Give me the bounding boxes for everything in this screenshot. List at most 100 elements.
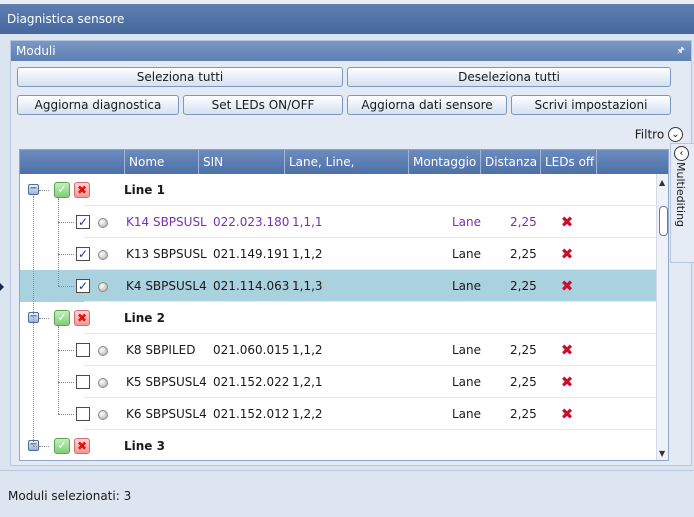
module-position: 1,1,3 (292, 279, 323, 293)
module-mounting: Lane (452, 407, 482, 421)
scroll-up-icon[interactable]: ▲ (659, 178, 665, 187)
column-leds-off[interactable]: LEDs off (540, 150, 596, 174)
group-row[interactable]: − ✓ ✖ Line 2 (20, 302, 656, 334)
row-checkbox[interactable] (76, 375, 90, 389)
update-diagnostics-button[interactable]: Aggiorna diagnostica (17, 95, 179, 115)
grid-header: Nome SIN Lane, Line, Posizione Montaggio… (20, 150, 668, 193)
row-checkbox[interactable] (76, 407, 90, 421)
group-row[interactable]: − ✓ ✖ Line 1 (20, 174, 656, 206)
table-row[interactable]: ✓ K14 SBPSUSL 022.023.180 1,1,1 Lane 2,25 ✖ (20, 206, 656, 238)
led-icon (98, 378, 108, 388)
leds-off-icon[interactable]: ✖ (560, 343, 574, 358)
led-icon (98, 282, 108, 292)
table-row[interactable]: K8 SBPILED 021.060.015 1,1,2 Lane 2,25 ✖ (20, 334, 656, 366)
module-position: 1,2,2 (292, 407, 323, 421)
scroll-thumb[interactable] (659, 206, 668, 236)
set-leds-button[interactable]: Set LEDs ON/OFF (183, 95, 343, 115)
tree-line (58, 286, 74, 288)
tree-line (33, 446, 49, 448)
module-mounting: Lane (452, 343, 482, 357)
module-name: K6 SBPSUSL4 (126, 407, 207, 421)
window-title: Diagnistica sensore (0, 4, 694, 34)
row-checkbox[interactable] (76, 343, 90, 357)
module-distance: 2,25 (510, 279, 537, 293)
deselect-all-button[interactable]: Deseleziona tutti (347, 67, 671, 87)
module-mounting: Lane (452, 215, 482, 229)
tree-line (58, 222, 74, 224)
led-icon (98, 410, 108, 420)
column-spacer (596, 150, 656, 174)
module-name: K4 SBPSUSL4 (126, 279, 207, 293)
panel-title: Moduli (16, 44, 56, 58)
modules-grid: Nome SIN Lane, Line, Posizione Montaggio… (19, 149, 669, 461)
current-row-marker (0, 283, 4, 291)
row-checkbox[interactable]: ✓ (76, 279, 90, 293)
tree-line (39, 190, 49, 192)
panel-header: Moduli 🖈 (11, 41, 691, 61)
uncheck-all-icon[interactable]: ✖ (74, 438, 90, 454)
module-distance: 2,25 (510, 375, 537, 389)
table-row[interactable]: ✓ K4 SBPSUSL4 021.114.063 1,1,3 Lane 2,25 ✖ (20, 270, 656, 302)
group-label: Line 1 (124, 183, 165, 197)
leds-off-icon[interactable]: ✖ (560, 375, 574, 390)
led-icon (98, 250, 108, 260)
table-row[interactable]: K5 SBPSUSL4 021.152.022 1,2,1 Lane 2,25 ✖ (20, 366, 656, 398)
module-distance: 2,25 (510, 247, 537, 261)
module-name: K5 SBPSUSL4 (126, 375, 207, 389)
module-mounting: Lane (452, 247, 482, 261)
module-sin: 021.114.063 (213, 279, 290, 293)
group-label: Line 2 (124, 311, 165, 325)
module-sin: 021.060.015 (213, 343, 290, 357)
table-row[interactable]: ✓ K13 SBPSUSL 021.149.191 1,1,2 Lane 2,25 ✖ (20, 238, 656, 270)
uncheck-all-icon[interactable]: ✖ (74, 310, 90, 326)
led-icon (98, 218, 108, 228)
update-sensor-data-button[interactable]: Aggiorna dati sensore (347, 95, 507, 115)
column-distance[interactable]: Distanza (480, 150, 540, 174)
tree-line (33, 196, 35, 446)
tree-line (58, 382, 74, 384)
tree-line (58, 198, 60, 286)
pin-icon[interactable]: 🖈 (677, 41, 685, 61)
multiediting-tab[interactable]: ‹ Multiediting (670, 143, 694, 263)
chevron-left-icon[interactable]: ‹ (674, 146, 689, 161)
filter-toggle[interactable]: Filtro ⌄ (635, 127, 683, 142)
module-name: K14 SBPSUSL (126, 215, 207, 229)
check-all-icon[interactable]: ✓ (54, 182, 70, 198)
row-checkbox[interactable]: ✓ (76, 215, 90, 229)
leds-off-icon[interactable]: ✖ (560, 247, 574, 262)
leds-off-icon[interactable]: ✖ (560, 279, 574, 294)
vertical-scrollbar[interactable]: ▲ ▼ (656, 174, 668, 460)
module-position: 1,1,2 (292, 247, 323, 261)
select-all-button[interactable]: Seleziona tutti (17, 67, 343, 87)
module-sin: 021.152.012 (213, 407, 290, 421)
scroll-down-icon[interactable]: ▼ (659, 449, 665, 458)
module-name: K13 SBPSUSL (126, 247, 207, 261)
column-nome[interactable]: Nome (124, 150, 198, 174)
filter-label: Filtro (634, 127, 665, 142)
uncheck-all-icon[interactable]: ✖ (74, 182, 90, 198)
tree-line (58, 254, 74, 256)
status-bar: Moduli selezionati: 3 (0, 470, 694, 517)
column-mounting[interactable]: Montaggio (408, 150, 480, 174)
group-row[interactable]: − ✓ ✖ Line 3 (20, 430, 656, 460)
leds-off-icon[interactable]: ✖ (560, 215, 574, 230)
tree-line (39, 318, 49, 320)
led-icon (98, 346, 108, 356)
write-settings-button[interactable]: Scrivi impostazioni (511, 95, 671, 115)
check-all-icon[interactable]: ✓ (54, 310, 70, 326)
collapse-icon[interactable]: − (28, 184, 39, 195)
table-row[interactable]: K6 SBPSUSL4 021.152.012 1,2,2 Lane 2,25 ✖ (20, 398, 656, 430)
module-distance: 2,25 (510, 343, 537, 357)
chevron-down-icon[interactable]: ⌄ (668, 127, 683, 142)
column-sin[interactable]: SIN (198, 150, 284, 174)
tree-line (58, 326, 60, 414)
module-position: 1,2,1 (292, 375, 323, 389)
module-name: K8 SBPILED (126, 343, 196, 357)
leds-off-icon[interactable]: ✖ (560, 407, 574, 422)
check-all-icon[interactable]: ✓ (54, 438, 70, 454)
row-checkbox[interactable]: ✓ (76, 247, 90, 261)
module-mounting: Lane (452, 279, 482, 293)
module-distance: 2,25 (510, 407, 537, 421)
group-label: Line 3 (124, 439, 165, 453)
column-position[interactable]: Lane, Line, Posizione (284, 150, 408, 193)
